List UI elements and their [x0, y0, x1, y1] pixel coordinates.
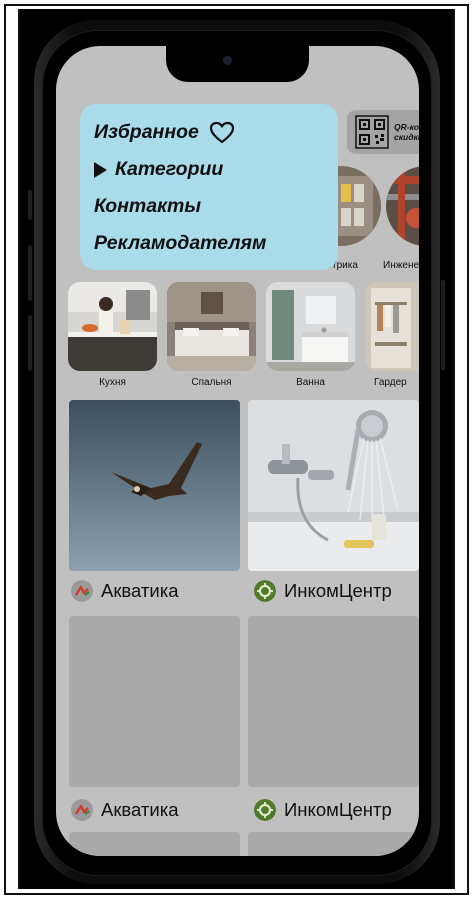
category-engineering-image[interactable]	[386, 166, 419, 246]
phone-mockup: …трика Инженерк Избранное	[20, 10, 453, 888]
aquatica-logo-icon	[71, 580, 93, 602]
menu-item-categories[interactable]: Категории	[94, 151, 338, 188]
room-kitchen-label[interactable]: Кухня	[68, 377, 157, 388]
qr-discount-button[interactable]: QR-код скидки	[347, 110, 419, 154]
phone-power-button	[441, 280, 445, 370]
room-wardrobe-image[interactable]	[365, 282, 419, 371]
product-card-placeholder[interactable]	[248, 832, 419, 856]
qr-label-line2: скидки	[394, 132, 419, 142]
phone-volume-up	[28, 245, 32, 301]
room-kitchen-image[interactable]	[68, 282, 157, 371]
room-bedroom-image[interactable]	[167, 282, 256, 371]
aquatica-logo-icon	[71, 799, 93, 821]
qr-code-icon	[355, 115, 389, 149]
app-screen: …трика Инженерк Избранное	[56, 46, 419, 856]
product-card-placeholder[interactable]	[248, 616, 419, 787]
room-wardrobe-label[interactable]: Гардер	[374, 377, 419, 388]
category-engineering-label[interactable]: Инженерк	[383, 260, 419, 271]
dropdown-menu: Избранное Категории Контакты Рекламодате…	[80, 104, 338, 270]
product-card-image[interactable]	[69, 400, 240, 571]
menu-item-favorites[interactable]: Избранное	[94, 114, 338, 151]
product-card-placeholder[interactable]	[69, 832, 240, 856]
menu-item-contacts-label: Контакты	[94, 195, 201, 217]
product-brand-name: ИнкомЦентр	[284, 580, 392, 601]
menu-item-favorites-label: Избранное	[94, 121, 199, 143]
phone-volume-down	[28, 315, 32, 371]
product-brand-row[interactable]: Акватика	[71, 576, 179, 606]
menu-item-advertisers[interactable]: Рекламодателям	[94, 225, 338, 262]
play-triangle-icon	[94, 161, 107, 178]
phone-mute-switch	[28, 190, 32, 220]
menu-item-contacts[interactable]: Контакты	[94, 188, 338, 225]
menu-item-categories-label: Категории	[115, 158, 224, 180]
room-bath-label[interactable]: Ванна	[266, 377, 355, 388]
product-brand-name: Акватика	[101, 580, 179, 601]
menu-item-advertisers-label: Рекламодателям	[94, 232, 267, 254]
incomcenter-logo-icon	[254, 580, 276, 602]
product-brand-row[interactable]: Акватика	[71, 795, 179, 825]
room-bedroom-label[interactable]: Спальня	[167, 377, 256, 388]
qr-label: QR-код скидки	[394, 122, 419, 142]
product-card-placeholder[interactable]	[69, 616, 240, 787]
front-camera	[223, 56, 232, 65]
product-brand-row[interactable]: ИнкомЦентр	[254, 576, 392, 606]
product-brand-name: Акватика	[101, 799, 179, 820]
incomcenter-logo-icon	[254, 799, 276, 821]
phone-notch	[166, 46, 309, 82]
product-card-image[interactable]	[248, 400, 419, 571]
product-brand-name: ИнкомЦентр	[284, 799, 392, 820]
room-bath-image[interactable]	[266, 282, 355, 371]
product-brand-row[interactable]: ИнкомЦентр	[254, 795, 392, 825]
heart-icon	[209, 121, 234, 143]
qr-label-line1: QR-код	[394, 122, 419, 132]
